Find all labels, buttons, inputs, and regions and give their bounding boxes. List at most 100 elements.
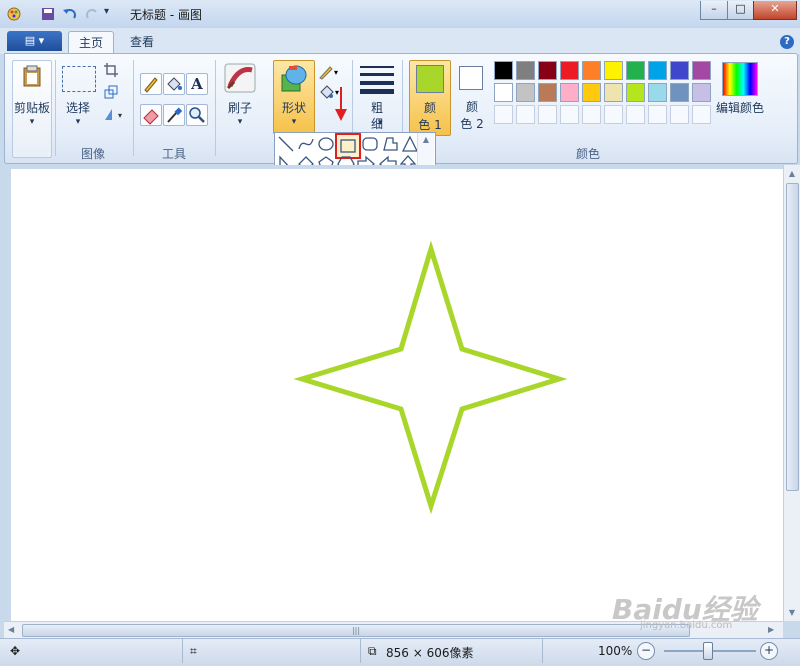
color-swatch[interactable] — [516, 61, 535, 80]
size-arrow-icon[interactable]: ▾ — [378, 118, 383, 128]
vertical-scroll-thumb[interactable] — [786, 183, 799, 491]
help-icon[interactable]: ? — [780, 35, 794, 49]
color-swatch[interactable] — [560, 83, 579, 102]
zoom-slider-thumb[interactable] — [703, 642, 713, 660]
shapes-icon — [281, 65, 307, 92]
gallery-scroll-up-icon: ▲ — [422, 135, 430, 144]
shapes-button[interactable]: 形状 ▾ — [273, 60, 315, 134]
color-swatch[interactable] — [516, 83, 535, 102]
color-swatch[interactable] — [626, 83, 645, 102]
color-swatch[interactable] — [538, 61, 557, 80]
color2-button[interactable]: 颜 色 2 — [453, 60, 491, 134]
zoom-out-button[interactable]: − — [637, 642, 655, 660]
color-swatch[interactable] — [604, 83, 623, 102]
outline-icon[interactable]: ▾ — [318, 64, 342, 83]
canvas-size-text: 856 × 606像素 — [386, 646, 474, 660]
custom-color-slot[interactable] — [582, 105, 601, 124]
minimize-button[interactable]: – — [700, 1, 728, 20]
pencil-icon[interactable] — [140, 73, 162, 95]
color-swatch[interactable] — [494, 61, 513, 80]
size-icon[interactable] — [360, 64, 394, 94]
color-swatch[interactable] — [648, 61, 667, 80]
text-icon[interactable]: A — [186, 73, 208, 95]
magnifier-icon[interactable] — [186, 104, 208, 126]
tab-view[interactable]: 查看 — [120, 31, 164, 53]
edit-colors-label[interactable]: 编辑颜色 — [713, 99, 767, 116]
drawing-canvas[interactable] — [11, 169, 783, 621]
custom-color-slot[interactable] — [604, 105, 623, 124]
fill-icon[interactable] — [163, 73, 185, 95]
zoom-in-button[interactable]: + — [760, 642, 778, 660]
size-label-line1[interactable]: 粗 — [360, 99, 394, 116]
star-drawing — [293, 240, 568, 515]
select-arrow-icon[interactable]: ▾ — [60, 117, 96, 127]
window-title: 无标题 - 画图 — [130, 8, 202, 22]
color-swatch[interactable] — [538, 83, 557, 102]
color-swatch[interactable] — [582, 61, 601, 80]
crop-icon[interactable] — [104, 63, 118, 80]
svg-text:▾: ▾ — [334, 68, 338, 77]
canvas-size-icon: ⧉ — [368, 644, 377, 658]
brushes-arrow-icon[interactable]: ▾ — [222, 117, 258, 127]
color-swatch[interactable] — [692, 61, 711, 80]
size-label-line2[interactable]: 细 — [360, 115, 394, 132]
color-swatch[interactable] — [560, 61, 579, 80]
svg-text:▾: ▾ — [118, 111, 122, 120]
color-swatch[interactable] — [670, 61, 689, 80]
color-swatch[interactable] — [582, 83, 601, 102]
custom-color-slot[interactable] — [670, 105, 689, 124]
edit-colors-icon[interactable] — [722, 62, 758, 96]
custom-color-slot[interactable] — [648, 105, 667, 124]
color-swatch[interactable] — [494, 83, 513, 102]
cursor-position-icon: ✥ — [10, 644, 21, 658]
color-picker-icon[interactable] — [163, 104, 185, 126]
custom-color-slot[interactable] — [692, 105, 711, 124]
vertical-scrollbar[interactable]: ▲ ▼ — [783, 165, 800, 621]
save-icon[interactable] — [40, 6, 56, 22]
select-label[interactable]: 选择 — [60, 99, 96, 116]
redo-icon[interactable] — [84, 6, 100, 22]
color-palette — [494, 61, 714, 125]
oval-shape-icon[interactable] — [317, 135, 335, 153]
line-shape-icon[interactable] — [277, 135, 295, 153]
horizontal-scroll-thumb[interactable]: ||| — [22, 624, 690, 637]
eraser-icon[interactable] — [140, 104, 162, 126]
custom-color-slot[interactable] — [516, 105, 535, 124]
undo-icon[interactable] — [62, 6, 78, 22]
clipboard-arrow-icon: ▾ — [29, 117, 35, 127]
brushes-icon[interactable] — [222, 62, 258, 94]
maximize-button[interactable]: □ — [727, 1, 754, 20]
select-icon[interactable] — [62, 66, 96, 92]
custom-color-slot[interactable] — [560, 105, 579, 124]
annotation-arrow-icon — [334, 87, 348, 126]
rounded-rectangle-shape-icon[interactable] — [361, 135, 379, 153]
brushes-label[interactable]: 刷子 — [222, 99, 258, 116]
color-swatch[interactable] — [604, 61, 623, 80]
custom-color-slot[interactable] — [494, 105, 513, 124]
separator — [542, 639, 543, 663]
close-button[interactable]: ✕ — [753, 1, 797, 20]
watermark-url: jingyan.baidu.com — [640, 620, 733, 631]
color1-label-line1: 颜 — [423, 101, 436, 115]
color-swatch[interactable] — [626, 61, 645, 80]
color1-button[interactable]: 颜 色 1 — [409, 60, 451, 136]
file-menu-button[interactable]: ▤ ▾ — [7, 31, 62, 51]
paint-app-icon[interactable] — [6, 6, 22, 22]
color2-label-line1: 颜 — [465, 100, 478, 114]
quick-access-dropdown-icon[interactable]: ▾ — [104, 6, 109, 17]
resize-icon[interactable] — [104, 85, 118, 102]
custom-color-slot[interactable] — [538, 105, 557, 124]
color-swatch[interactable] — [692, 83, 711, 102]
tab-home[interactable]: 主页 — [68, 31, 114, 54]
scroll-right-icon: ▶ — [768, 625, 775, 634]
image-group-label: 图像 — [80, 147, 105, 161]
curve-shape-icon[interactable] — [297, 135, 315, 153]
clipboard-label: 剪贴板 — [13, 101, 50, 115]
polygon-shape-icon[interactable] — [381, 135, 399, 153]
rotate-icon[interactable]: ▾ — [104, 107, 126, 124]
clipboard-button[interactable]: 剪贴板 ▾ — [12, 60, 52, 158]
custom-color-slot[interactable] — [626, 105, 645, 124]
color-swatch[interactable] — [670, 83, 689, 102]
clipboard-icon — [23, 65, 41, 87]
color-swatch[interactable] — [648, 83, 667, 102]
